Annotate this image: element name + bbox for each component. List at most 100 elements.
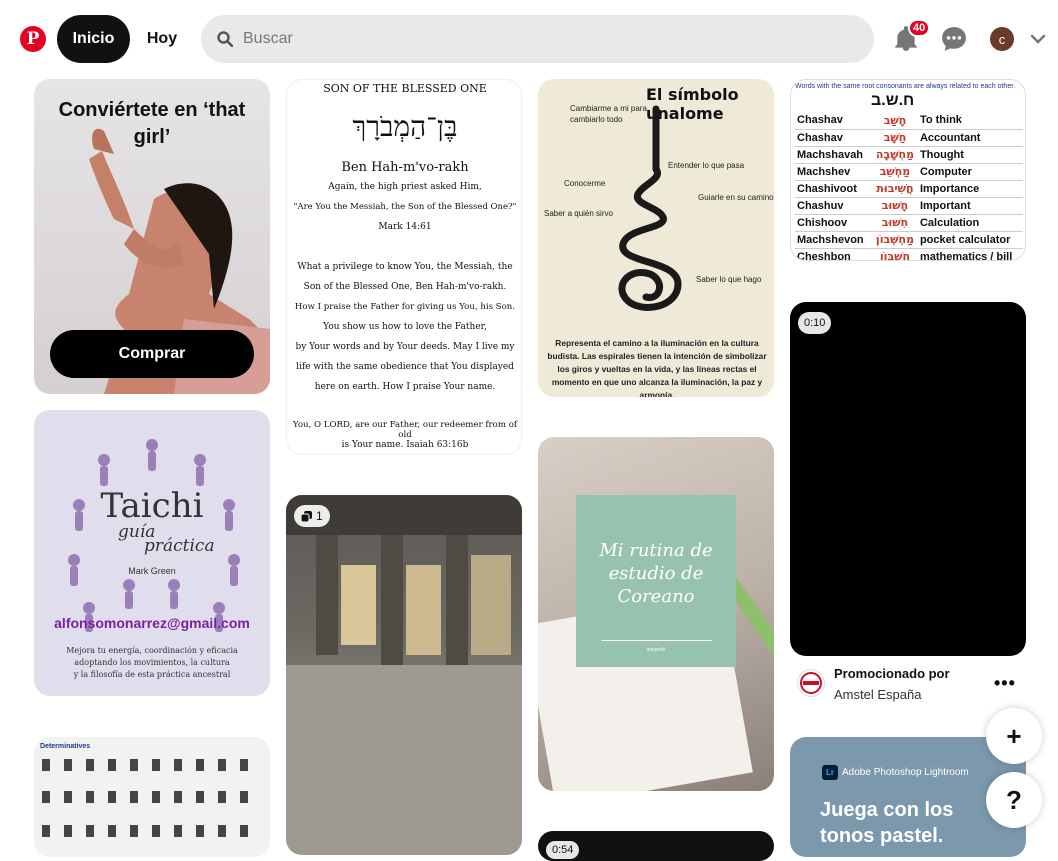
transliteration-cell: Chashav xyxy=(795,129,873,147)
word-table: Chashav חָשַׁב To think Chashav חַשָּׁב Accou… xyxy=(795,112,1023,260)
meaning-cell: Thought xyxy=(917,146,1023,164)
pin-note: Words with the same root consonants are … xyxy=(795,83,1016,90)
word-row: Chashuv חָשׁוּב Important xyxy=(795,197,1023,215)
prayer-line: How I praise the Father for giving us Yo… xyxy=(294,302,516,312)
hebrew-cell: חֶשְׁבּוֹן xyxy=(872,248,918,260)
unalome-symbol xyxy=(618,105,682,311)
unalome-caption: Representa el camino a la iluminación en… xyxy=(547,338,767,397)
advertiser-name[interactable]: Amstel España xyxy=(834,687,921,702)
video-duration: 0:54 xyxy=(546,841,580,859)
hebrew-cell: מַחְשְׁבוֹן xyxy=(872,231,918,249)
nav-home-button[interactable]: Inicio xyxy=(57,15,130,63)
pin-video[interactable]: 0:10 xyxy=(790,302,1026,656)
ad-headline: Juega con los tonos pastel. xyxy=(820,799,954,847)
meaning-cell: To think xyxy=(917,112,1023,130)
pin-taichi-book[interactable]: Taichi guía práctica Mark Green alfonsom… xyxy=(34,410,270,696)
transliteration: Ben Hah-m'vo-rakh xyxy=(341,160,469,175)
chevron-down-icon[interactable] xyxy=(1030,32,1046,46)
meaning-cell: Important xyxy=(917,197,1023,215)
help-button[interactable]: ? xyxy=(986,772,1042,828)
search-icon xyxy=(217,31,233,47)
lightroom-icon: Lr xyxy=(822,765,838,780)
word-row: Chishoov חִשּׁוּב Calculation xyxy=(795,214,1023,232)
promoted-label: Promocionado por xyxy=(834,666,950,681)
transliteration-cell: Cheshbon xyxy=(795,248,873,260)
root-letters: ח.ש.ב xyxy=(871,92,915,109)
card-small-text: sooyeok xyxy=(646,647,666,653)
pinterest-logo[interactable]: P xyxy=(20,26,46,52)
pin-heading: SON OF THE BLESSED ONE xyxy=(323,82,487,95)
pin-title: Conviértete en ‘that girl’ xyxy=(58,99,246,148)
street-photo xyxy=(286,495,522,855)
verse-reference: Mark 14:61 xyxy=(378,222,432,232)
hebrew-cell: מַחְשָׁבָה xyxy=(872,146,918,164)
word-row: Cheshbon חֶשְׁבּוֹן mathematics / bill xyxy=(795,248,1023,260)
pin-son-of-blessed-one[interactable]: SON OF THE BLESSED ONE בֶּן־הַמְבֹרָךְ B… xyxy=(286,79,522,455)
messages-icon[interactable] xyxy=(941,26,967,52)
pin-determinatives[interactable]: Determinatives xyxy=(34,737,270,857)
pin-title: Mi rutina de estudio de Coreano xyxy=(599,540,713,607)
prayer-line: You show us how to love the Father, xyxy=(323,322,487,332)
amstel-logo[interactable] xyxy=(797,669,825,697)
hebrew-cell: מַחְשֵׁב xyxy=(872,163,918,181)
hebrew-cell: חֲשִׁיבוּת xyxy=(872,180,918,198)
book-description: adoptando los movimientos, la cultura xyxy=(74,658,230,667)
transliteration-cell: Machshavah xyxy=(795,146,873,164)
promoted-info: Promocionado por Amstel España ••• xyxy=(797,665,1026,709)
transliteration-cell: Chashuv xyxy=(795,197,873,215)
verse-line: Again, the high priest asked Him, xyxy=(328,182,482,192)
meaning-cell: Computer xyxy=(917,163,1023,181)
hebrew-title: בֶּן־הַמְבֹרָךְ xyxy=(352,110,458,143)
meaning-cell: pocket calculator xyxy=(917,231,1023,249)
app-name: Adobe Photoshop Lightroom xyxy=(842,767,969,778)
verse-line: "Are You the Messiah, the Son of the Ble… xyxy=(293,202,517,212)
more-options-icon[interactable]: ••• xyxy=(994,673,1016,694)
pin-hebrew-roots[interactable]: Words with the same root consonants are … xyxy=(790,79,1026,261)
search-bar[interactable]: Buscar xyxy=(201,15,874,63)
closing-reference: is Your name. Isaiah 63:16b xyxy=(341,440,469,450)
search-input[interactable]: Buscar xyxy=(243,30,293,48)
transliteration-cell: Chashav xyxy=(795,112,873,130)
pin-korean-study[interactable]: Mi rutina de estudio de Coreano sooyeok xyxy=(538,437,774,791)
word-row: Chashivoot חֲשִׁיבוּת Importance xyxy=(795,180,1023,198)
notification-badge: 40 xyxy=(908,19,931,37)
add-button[interactable]: + xyxy=(986,708,1042,764)
book-title: Taichi xyxy=(100,486,204,526)
closing-verse: You, O LORD, are our Father, our redeeme… xyxy=(292,420,518,440)
hebrew-cell: חָשׁוּב xyxy=(872,197,918,215)
email-overlay: alfonsomonarrez@gmail.com xyxy=(54,615,250,631)
hebrew-cell: חִשּׁוּב xyxy=(872,214,918,232)
transliteration-cell: Machshev xyxy=(795,163,873,181)
transliteration-cell: Chishoov xyxy=(795,214,873,232)
word-row: Machshavah מַחְשָׁבָה Thought xyxy=(795,146,1023,164)
gallery-icon xyxy=(301,510,312,522)
book-subtitle: práctica xyxy=(144,536,215,556)
prayer-line: here on earth. How I praise Your name. xyxy=(314,382,496,392)
pin-title: Determinatives xyxy=(40,743,91,750)
hebrew-cell: חָשַׁב xyxy=(872,112,918,130)
book-author: Mark Green xyxy=(128,566,176,576)
prayer-line: What a privilege to know You, the Messia… xyxy=(297,262,513,272)
nav-today-button[interactable]: Hoy xyxy=(136,15,188,63)
transliteration-cell: Chashivoot xyxy=(795,180,873,198)
word-row: Machshev מַחְשֵׁב Computer xyxy=(795,163,1023,181)
pin-unalome[interactable]: El símbolo unalome Cambiarme a mi para c… xyxy=(538,79,774,397)
image-count: 1 xyxy=(316,509,323,523)
buy-button[interactable]: Comprar xyxy=(50,330,254,378)
divider xyxy=(602,640,712,641)
word-row: Chashav חַשָּׁב Accountant xyxy=(795,129,1023,147)
multi-image-badge: 1 xyxy=(294,505,330,527)
meaning-cell: mathematics / bill xyxy=(917,248,1023,260)
prayer-line: Son of the Blessed One, Ben Hah-m'vo-rak… xyxy=(303,282,507,292)
prayer-line: life with the same obedience that You di… xyxy=(296,362,514,372)
book-description: y la filosofía de esta práctica ancestra… xyxy=(73,670,231,679)
meaning-cell: Accountant xyxy=(917,129,1023,147)
pin-that-girl[interactable]: Conviértete en ‘that girl’ Comprar xyxy=(34,79,270,394)
pin-video-2[interactable]: 0:54 xyxy=(538,831,774,861)
prayer-line: by Your words and by Your deeds. May I l… xyxy=(295,342,515,352)
pin-rain-street[interactable]: 1 xyxy=(286,495,522,855)
user-avatar[interactable]: c xyxy=(990,27,1014,51)
meaning-cell: Calculation xyxy=(917,214,1023,232)
top-header: P Inicio Hoy Buscar 40 c xyxy=(0,0,1058,80)
video-duration: 0:10 xyxy=(798,312,832,334)
